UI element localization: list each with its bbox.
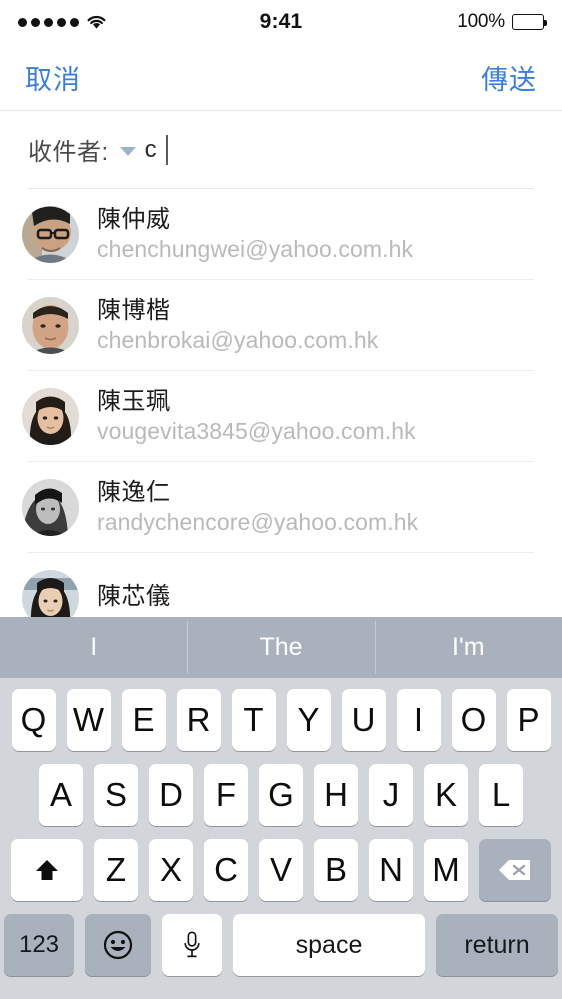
key-x[interactable]: X [149, 839, 193, 901]
key-g[interactable]: G [259, 764, 303, 826]
key-j[interactable]: J [369, 764, 413, 826]
shift-arrow-icon [34, 857, 60, 883]
key-v[interactable]: V [259, 839, 303, 901]
contact-name: 陳芯儀 [97, 582, 171, 610]
phone-screen: 9:41 100% 取消 傳送 收件者: c 陳仲威 chenchungwei@… [0, 0, 562, 999]
contact-email: randychencore@yahoo.com.hk [97, 508, 419, 535]
onscreen-keyboard: I The I'm Q W E R T Y U I O P A S D F G … [0, 617, 562, 999]
key-z[interactable]: Z [94, 839, 138, 901]
contact-email: chenchungwei@yahoo.com.hk [97, 235, 414, 262]
predictive-text-bar: I The I'm [0, 617, 562, 678]
backspace-key[interactable] [479, 839, 551, 901]
dictation-key[interactable] [162, 914, 222, 976]
numbers-key[interactable]: 123 [4, 914, 74, 976]
recipient-input[interactable]: c [145, 136, 157, 164]
key-t[interactable]: T [231, 689, 276, 751]
keyboard-row-3: Z X C V B N M [0, 839, 562, 901]
emoji-key[interactable] [85, 914, 151, 976]
battery-cap [544, 19, 547, 26]
contact-name: 陳逸仁 [97, 479, 171, 507]
list-item[interactable]: 陳玉珮 vougevita3845@yahoo.com.hk [0, 371, 562, 462]
cancel-button[interactable]: 取消 [25, 58, 81, 97]
key-m[interactable]: M [424, 839, 468, 901]
contact-text: 陳逸仁 randychencore@yahoo.com.hk [97, 479, 419, 535]
contact-name: 陳玉珮 [97, 388, 171, 416]
key-y[interactable]: Y [286, 689, 331, 751]
text-cursor [165, 134, 168, 165]
key-n[interactable]: N [369, 839, 413, 901]
compose-nav-bar: 取消 傳送 [0, 44, 562, 110]
contact-text: 陳玉珮 vougevita3845@yahoo.com.hk [97, 388, 416, 444]
keyboard-row-1: Q W E R T Y U I O P [0, 689, 562, 751]
key-a[interactable]: A [39, 764, 83, 826]
key-f[interactable]: F [204, 764, 248, 826]
list-item[interactable]: 陳博楷 chenbrokai@yahoo.com.hk [0, 280, 562, 371]
prediction-candidate[interactable]: I [0, 617, 187, 678]
key-i[interactable]: I [396, 689, 441, 751]
recipient-label: 收件者: [28, 139, 109, 166]
return-key[interactable]: return [436, 914, 558, 976]
avatar [22, 479, 79, 536]
key-r[interactable]: R [176, 689, 221, 751]
contact-text: 陳博楷 chenbrokai@yahoo.com.hk [97, 297, 379, 353]
backspace-delete-icon [498, 858, 532, 882]
key-o[interactable]: O [451, 689, 496, 751]
status-bar-right: 100% [457, 11, 547, 33]
battery-icon [512, 14, 547, 30]
key-e[interactable]: E [121, 689, 166, 751]
contact-suggestion-list[interactable]: 陳仲威 chenchungwei@yahoo.com.hk 陳博楷 chenbr… [0, 189, 562, 617]
chevron-down-icon[interactable] [119, 147, 136, 156]
key-u[interactable]: U [341, 689, 386, 751]
avatar [22, 297, 79, 354]
key-q[interactable]: Q [11, 689, 56, 751]
avatar [22, 206, 79, 263]
contact-name: 陳仲威 [97, 206, 171, 234]
key-k[interactable]: K [424, 764, 468, 826]
key-p[interactable]: P [506, 689, 551, 751]
microphone-icon [182, 930, 202, 960]
space-key[interactable]: space [233, 914, 425, 976]
contact-text: 陳芯儀 [97, 582, 171, 613]
status-bar: 9:41 100% [0, 0, 562, 44]
list-item[interactable]: 陳逸仁 randychencore@yahoo.com.hk [0, 462, 562, 553]
contact-email: vougevita3845@yahoo.com.hk [97, 417, 416, 444]
prediction-candidate[interactable]: I'm [374, 617, 562, 678]
key-w[interactable]: W [66, 689, 111, 751]
avatar [22, 570, 79, 617]
key-c[interactable]: C [204, 839, 248, 901]
recipient-field[interactable]: 收件者: c [0, 111, 562, 188]
list-item[interactable]: 陳仲威 chenchungwei@yahoo.com.hk [0, 189, 562, 280]
avatar [22, 388, 79, 445]
battery-percent-label: 100% [457, 11, 505, 32]
key-h[interactable]: H [314, 764, 358, 826]
contact-email: chenbrokai@yahoo.com.hk [97, 326, 379, 353]
keyboard-rows: Q W E R T Y U I O P A S D F G H J K L Z … [0, 678, 562, 976]
contact-text: 陳仲威 chenchungwei@yahoo.com.hk [97, 206, 414, 262]
contact-name: 陳博楷 [97, 297, 171, 325]
list-item[interactable]: 陳芯儀 [0, 553, 562, 617]
key-s[interactable]: S [94, 764, 138, 826]
key-d[interactable]: D [149, 764, 193, 826]
shift-key[interactable] [11, 839, 83, 901]
emoji-smiley-icon [103, 930, 133, 960]
prediction-candidate[interactable]: The [187, 617, 374, 678]
keyboard-row-2: A S D F G H J K L [0, 764, 562, 826]
keyboard-row-4: 123 space return [0, 914, 562, 976]
send-button[interactable]: 傳送 [481, 58, 537, 97]
key-l[interactable]: L [479, 764, 523, 826]
key-b[interactable]: B [314, 839, 358, 901]
